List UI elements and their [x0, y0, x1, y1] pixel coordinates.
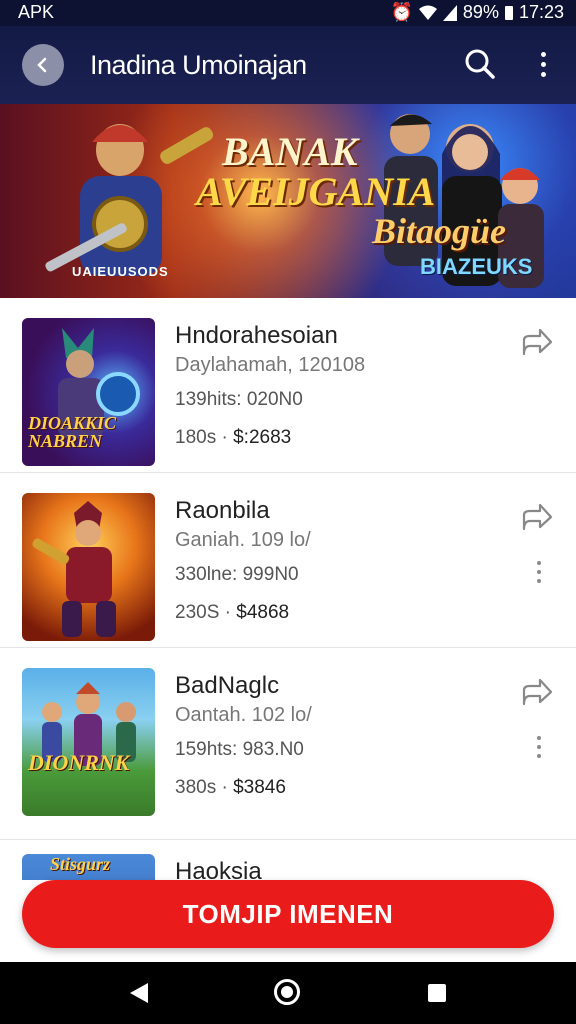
status-time: 17:23 — [518, 2, 564, 22]
status-icons: ⏰ 89% 17:23 — [391, 2, 565, 23]
signal-icon — [442, 4, 457, 21]
item-title: BadNaglc — [175, 672, 280, 699]
back-button[interactable] — [22, 44, 64, 86]
nav-home-icon[interactable] — [274, 979, 300, 1005]
banner-tag: BIAZEUKS — [420, 254, 533, 279]
more-options-button[interactable] — [530, 736, 548, 764]
more-options-button[interactable] — [530, 561, 548, 589]
page-title: Inadina Umoinajan — [90, 50, 307, 80]
game-thumbnail[interactable]: DIONRNK — [22, 668, 155, 816]
banner-caption: UAIEUUSODS — [72, 264, 169, 279]
search-icon[interactable] — [462, 46, 498, 82]
item-price-row: 230S · $4868 — [175, 602, 289, 624]
item-price-row: 180s · $:2683 — [175, 427, 291, 449]
nav-back-icon[interactable] — [128, 982, 150, 1004]
item-title: Hndorahesoian — [175, 322, 338, 349]
item-title: Raonbila — [175, 497, 270, 524]
share-icon[interactable] — [520, 326, 554, 360]
thumbnail-caption: DIOAKKIC NABREN — [28, 413, 117, 451]
nav-recents-icon[interactable] — [428, 984, 446, 1002]
system-nav-bar — [0, 962, 576, 1024]
status-app-label: APK — [18, 2, 55, 22]
item-price: $4868 — [236, 602, 290, 623]
game-thumbnail[interactable]: DIOAKKIC NABREN — [22, 318, 155, 466]
item-price-row: 380s · $3846 — [175, 777, 286, 799]
promo-banner[interactable]: BANAK AVEIJGANIA Bitaogüe BIAZEUKS UAIEU… — [0, 104, 576, 298]
list-item[interactable]: Raonbila Ganiah. 109 lo/ 330lne: 999N0 2… — [0, 473, 576, 647]
item-subtitle: Daylahamah, 120108 — [175, 354, 366, 376]
item-count: 230S · — [175, 602, 231, 623]
item-subtitle: Ganiah. 109 lo/ — [175, 529, 311, 551]
wifi-icon — [418, 5, 437, 20]
app-bar: Inadina Umoinajan — [0, 26, 576, 104]
hero-art — [32, 501, 116, 637]
game-thumbnail[interactable]: Stisgurz — [22, 854, 155, 880]
banner-subtitle: Bitaogüe — [372, 211, 507, 251]
battery-icon — [504, 5, 513, 20]
item-count: 380s · — [175, 777, 228, 798]
list-item[interactable]: DIOAKKIC NABREN Hndorahesoian Daylahamah… — [0, 298, 576, 472]
game-thumbnail[interactable] — [22, 493, 155, 641]
banner-title-line2: AVEIJGANIA — [196, 169, 436, 214]
thumbnail-caption: DIONRNK — [28, 750, 130, 775]
share-icon[interactable] — [520, 676, 554, 710]
item-price: $:2683 — [233, 427, 292, 448]
chevron-left-icon — [37, 57, 47, 73]
thumbnail-caption: Stisgurz — [50, 854, 111, 874]
hero-art — [42, 682, 136, 766]
list-item[interactable]: DIONRNK BadNaglc Oantah. 102 lo/ 159hts:… — [0, 648, 576, 822]
status-bar: APK ⏰ 89% 17:23 — [0, 0, 576, 26]
item-duration: 159hts: 983.N0 — [175, 739, 304, 760]
battery-level: 89% — [462, 2, 499, 22]
overflow-menu-button[interactable] — [530, 46, 556, 82]
item-price: $3846 — [233, 777, 286, 798]
list-item[interactable]: Stisgurz Haoksia — [0, 840, 576, 880]
item-duration: 330lne: 999N0 — [175, 564, 299, 585]
item-subtitle: Oantah. 102 lo/ — [175, 704, 312, 726]
item-count: 180s · — [175, 427, 228, 448]
item-title: Haoksia — [175, 858, 262, 880]
primary-action-button[interactable]: TOMJIP IMENEN — [22, 880, 554, 948]
share-icon[interactable] — [520, 501, 554, 535]
alarm-icon: ⏰ — [390, 2, 413, 22]
item-duration: 139hits: 020N0 — [175, 389, 303, 410]
